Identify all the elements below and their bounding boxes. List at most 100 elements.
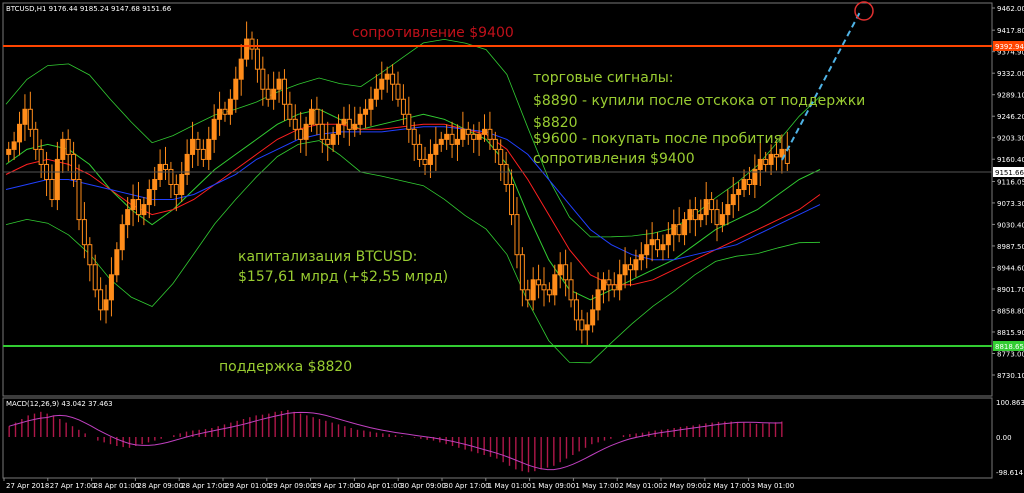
y-tick-label: 8944.60 (997, 264, 1024, 272)
candle-body (600, 279, 606, 291)
candle-body (390, 73, 396, 85)
y-tick-label: 9116.05 (997, 178, 1024, 186)
y-tick-label: 8730.10 (997, 372, 1024, 380)
candle-body (487, 128, 493, 140)
candle-body (384, 73, 390, 80)
candle-body (135, 199, 141, 216)
candle-body (498, 148, 504, 165)
y-tick-label: 9030.40 (997, 221, 1024, 229)
candle-body (768, 153, 774, 165)
x-tick-label: 1 May 01:00 (488, 482, 532, 490)
candle-body (325, 138, 331, 145)
candle-body (108, 274, 114, 301)
candle-body (38, 148, 44, 165)
candle-body (22, 108, 28, 125)
candle-body (595, 289, 601, 311)
candle-body (92, 264, 98, 291)
x-tick-label: 2 May 09:00 (663, 482, 707, 490)
candle-body (103, 299, 109, 311)
y-tick-label: 9332.00 (997, 70, 1024, 78)
candle-body (27, 108, 33, 130)
candle-body (119, 224, 125, 251)
candle-body (552, 274, 558, 296)
candle-body (714, 209, 720, 226)
candle-body (60, 138, 66, 160)
candle-body (184, 153, 190, 175)
x-tick-label: 30 Apr 17:00 (444, 482, 490, 490)
support-annotation: поддержка $8820 (219, 359, 352, 375)
candle-body (65, 138, 71, 155)
svg-text:$9600 - покупать после пробити: $9600 - покупать после пробития (533, 131, 782, 147)
candle-body (725, 204, 731, 216)
candle-body (249, 38, 255, 50)
candle-body (292, 118, 298, 130)
candle-body (519, 254, 525, 291)
resistance-annotation: сопротивление $9400 (352, 25, 514, 41)
candle-body (287, 103, 293, 120)
svg-text:$157,61 млрд (+$2,55 млрд): $157,61 млрд (+$2,55 млрд) (238, 269, 448, 285)
macd-tick-zero: 0.00 (996, 434, 1012, 442)
candle-body (308, 108, 314, 125)
candle-body (422, 158, 428, 165)
candle-body (433, 143, 439, 155)
candle-body (190, 138, 196, 155)
macd-title: MACD(12,26,9) 43.042 37.463 (6, 400, 113, 408)
candle-body (449, 133, 455, 145)
candle-body (260, 68, 266, 90)
candle-body (276, 78, 282, 90)
candle-body (130, 199, 136, 211)
candle-body (655, 239, 661, 251)
candle-body (471, 133, 477, 140)
candle-body (682, 219, 688, 236)
candle-body (179, 173, 185, 196)
chart-title: BTCUSD,H1 9176.44 9185.24 9147.68 9151.6… (6, 5, 172, 13)
candle-body (557, 264, 563, 276)
candle-body (660, 244, 666, 251)
y-tick-label: 9203.30 (997, 135, 1024, 143)
x-tick-label: 2 May 17:00 (707, 482, 751, 490)
candle-body (476, 133, 482, 140)
candle-body (438, 138, 444, 145)
candle-body (141, 204, 147, 216)
candle-body (411, 128, 417, 145)
candle-body (773, 153, 779, 158)
x-tick-label: 27 Apr 17:00 (50, 482, 96, 490)
x-tick-label: 2 May 01:00 (619, 482, 663, 490)
candle-body (244, 38, 250, 60)
candle-body (114, 249, 120, 276)
candle-body (622, 264, 628, 276)
x-tick-label: 27 Apr 2018 (6, 482, 49, 490)
candle-body (514, 214, 520, 256)
candle-body (227, 98, 233, 115)
candle-body (444, 133, 450, 140)
support-price-tag: 8818.65 (993, 341, 1024, 351)
resistance-price-tag: 9392.94 (993, 41, 1024, 51)
candle-body (368, 98, 374, 110)
candle-body (568, 279, 574, 301)
x-tick-label: 28 Apr 17:00 (181, 482, 227, 490)
y-tick-label: 9160.40 (997, 156, 1024, 164)
candle-body (492, 138, 498, 150)
candle-body (719, 214, 725, 226)
candle-body (541, 284, 547, 291)
x-tick-label: 1 May 17:00 (575, 482, 619, 490)
candle-body (71, 153, 77, 180)
y-tick-label: 9462.00 (997, 5, 1024, 13)
x-tick-label: 3 May 01:00 (751, 482, 795, 490)
svg-text:8818.65: 8818.65 (995, 343, 1024, 351)
candle-body (281, 78, 287, 105)
candle-body (644, 244, 650, 256)
x-tick-label: 28 Apr 01:00 (94, 482, 140, 490)
candle-body (341, 118, 347, 125)
price-chart[interactable]: BTCUSD,H1 9176.44 9185.24 9147.68 9151.6… (0, 0, 1024, 493)
candle-body (736, 189, 742, 196)
svg-text:9392.94: 9392.94 (995, 43, 1024, 51)
x-tick-label: 1 May 09:00 (532, 482, 576, 490)
candle-body (11, 141, 17, 150)
candle-body (584, 324, 590, 331)
candle-body (757, 158, 763, 170)
candle-body (638, 254, 644, 261)
candle-body (346, 118, 352, 130)
y-tick-label: 8815.90 (997, 329, 1024, 337)
candle-body (665, 234, 671, 246)
